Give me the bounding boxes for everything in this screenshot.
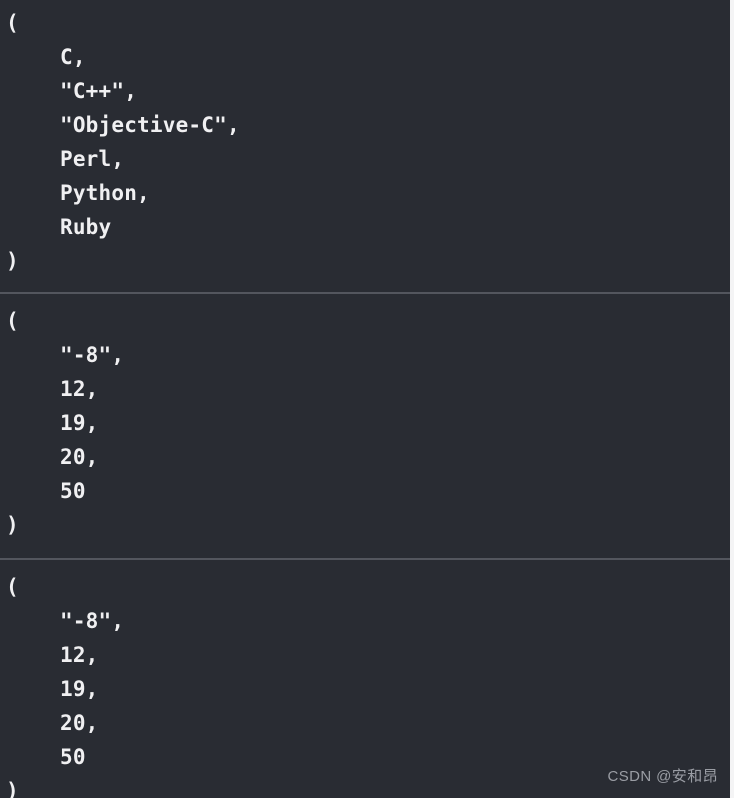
code-item: 20, (60, 445, 99, 469)
right-edge-sliver (730, 0, 734, 798)
code-item: 19, (60, 411, 99, 435)
code-item: "-8", (60, 609, 125, 633)
code-item: 12, (60, 377, 99, 401)
code-item: "Objective-C", (60, 113, 240, 137)
code-block-numbers-second: ( "-8", 12, 19, 20, 50 ) (0, 558, 734, 798)
open-paren: ( (6, 575, 19, 599)
code-item: 20, (60, 711, 99, 735)
code-item: "C++", (60, 79, 138, 103)
close-paren: ) (6, 513, 19, 537)
block-spacer-bottom (0, 278, 734, 292)
code-item: "-8", (60, 343, 125, 367)
code-block-numbers-first: ( "-8", 12, 19, 20, 50 ) (0, 292, 734, 558)
csdn-watermark: CSDN @安和昂 (607, 768, 718, 785)
code-item: 19, (60, 677, 99, 701)
code-item: Perl, (60, 147, 125, 171)
code-block-languages: ( C, "C++", "Objective-C", Perl, Python,… (0, 0, 734, 292)
open-paren: ( (6, 11, 19, 35)
code-item: 12, (60, 643, 99, 667)
block-spacer-top (0, 560, 734, 570)
code-item: Ruby (60, 215, 112, 239)
block-spacer-top (0, 294, 734, 304)
code-item: 50 (60, 479, 86, 503)
close-paren: ) (6, 249, 19, 273)
code-item: Python, (60, 181, 150, 205)
block-spacer-bottom (0, 542, 734, 558)
open-paren: ( (6, 309, 19, 333)
code-item: C, (60, 45, 86, 69)
code-output-panel: ( C, "C++", "Objective-C", Perl, Python,… (0, 0, 734, 798)
